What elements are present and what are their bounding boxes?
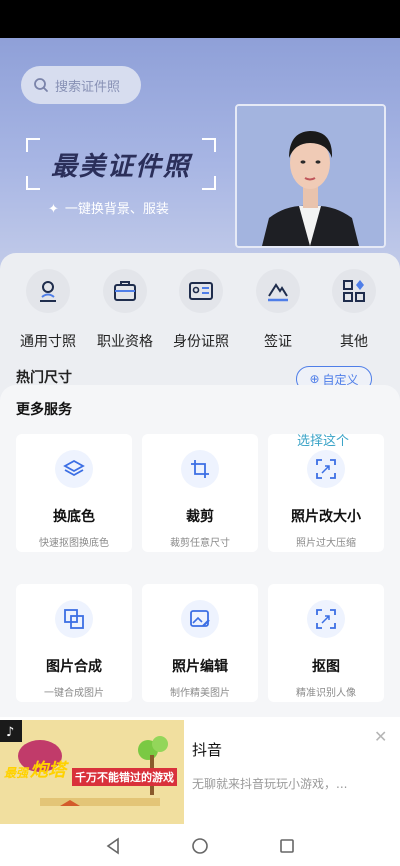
home-icon[interactable] [191,837,209,855]
service-cutout[interactable]: 抠图 精准识别人像 [268,584,384,702]
hero-banner: 搜索证件照 最美证件照 ✦ 一键换背景、服装 [0,38,400,270]
service-desc: 制作精美图片 [170,688,230,699]
more-services-title: 更多服务 [16,402,72,418]
service-desc: 快速抠图换底色 [39,538,109,549]
recents-icon[interactable] [278,837,296,855]
svg-text:♪: ♪ [6,725,14,740]
service-name: 照片编辑 [172,659,228,675]
category-label: 其他 [340,334,368,350]
grid-more-icon [343,280,365,302]
hero-title-text: 最美证件照 [50,151,191,182]
category-visa[interactable]: 签证 [238,269,318,351]
category-label: 身份证照 [173,334,229,350]
mountain-visa-icon [268,283,288,302]
service-name: 抠图 [312,659,340,675]
category-professional[interactable]: 职业资格 [85,269,165,351]
briefcase-icon [114,281,136,301]
category-other[interactable]: 其他 [314,269,394,351]
ad-banner[interactable]: ♪ 最强 炮塔 千万不能错过的游戏 抖音 无聊就来抖音玩玩小游戏，... ✕ [0,717,400,826]
hero-title: 最美证件照 [26,138,216,190]
ad-banner-text-1: 最强 [4,766,29,780]
person-id-icon [40,281,56,302]
category-label: 通用寸照 [20,334,76,350]
service-name: 裁剪 [186,509,214,525]
search-icon [34,78,48,92]
layers-icon [63,459,85,477]
sparkle-icon: ✦ [48,202,59,217]
portrait-illustration [237,106,384,246]
category-label: 签证 [264,334,292,350]
ad-close-icon[interactable]: ✕ [374,727,387,746]
service-desc: 裁剪任意尺寸 [170,538,230,549]
ad-banner-text-3: 千万不能错过的游戏 [72,768,177,786]
service-name: 换底色 [53,509,95,525]
service-crop[interactable]: 裁剪 裁剪任意尺寸 [142,434,258,552]
sample-portrait-image [235,104,386,248]
search-placeholder: 搜索证件照 [55,79,121,95]
kb-resize-icon [316,459,336,479]
ad-banner-text-2: 炮塔 [30,760,66,781]
plus-icon: ⊕ [309,372,320,386]
service-desc: 照片过大压缩 [296,538,356,549]
hero-subtitle-text: 一键换背景、服装 [64,202,169,217]
system-nav-bar [0,826,400,866]
crop-icon [191,460,209,478]
search-input[interactable]: 搜索证件照 [21,66,141,104]
service-name: 图片合成 [46,659,102,675]
category-panel: 通用寸照 职业资格 身份证照 签证 其他 热门尺寸 ⊕ 自定义 [0,253,400,403]
service-desc: 一键合成图片 [44,688,104,699]
service-desc: 精准识别人像 [296,688,356,699]
hero-subtitle: ✦ 一键换背景、服装 [48,198,169,217]
service-photo-edit[interactable]: 照片编辑 制作精美图片 [142,584,258,702]
ad-description: 无聊就来抖音玩玩小游戏，... [192,777,348,791]
kb-cutout-icon [316,609,336,629]
category-id-card[interactable]: 身份证照 [161,269,241,351]
id-card-icon [189,282,213,300]
ad-app-name: 抖音 [192,741,223,759]
service-name: 照片改大小 [291,509,361,525]
status-bar [0,0,400,38]
ad-game-image[interactable]: ♪ 最强 炮塔 千万不能错过的游戏 [0,720,184,824]
merge-icon [64,609,84,629]
service-change-background[interactable]: 换底色 快速抠图换底色 [16,434,132,552]
hot-sizes-title: 热门尺寸 [16,370,72,386]
category-general-photo[interactable]: 通用寸照 [8,269,88,351]
annotation-text: 选择这个 [297,434,350,449]
back-icon[interactable] [104,837,122,855]
service-image-merge[interactable]: 图片合成 一键合成图片 [16,584,132,702]
image-edit-icon [190,610,210,627]
service-resize-photo[interactable]: 照片改大小 照片过大压缩 [268,434,384,552]
category-label: 职业资格 [97,334,153,350]
